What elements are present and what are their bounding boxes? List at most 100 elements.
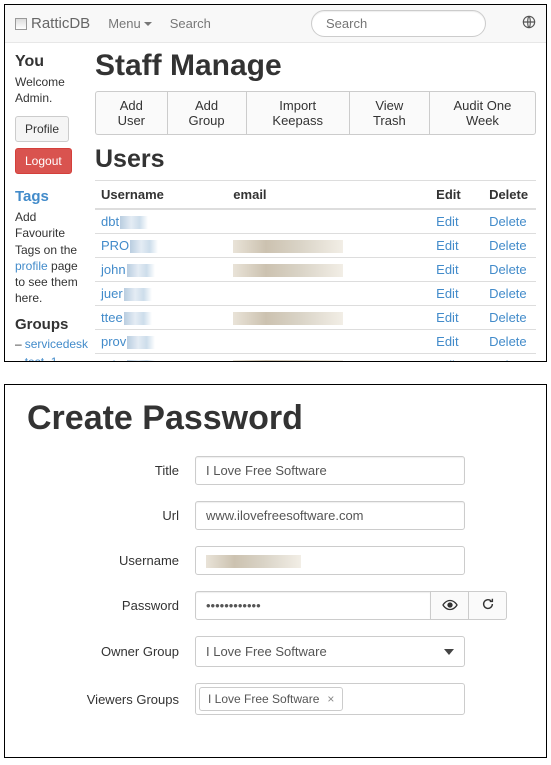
delete-link[interactable]: Delete bbox=[489, 214, 527, 229]
search-input[interactable] bbox=[311, 10, 486, 37]
blurred-username bbox=[206, 555, 301, 568]
row-title: Title bbox=[27, 456, 524, 485]
nav-search-link[interactable]: Search bbox=[170, 16, 211, 31]
viewers-group-chip: I Love Free Software × bbox=[199, 687, 343, 711]
user-link[interactable]: john bbox=[101, 262, 155, 277]
delete-link[interactable]: Delete bbox=[489, 262, 527, 277]
label-viewers-groups: Viewers Groups bbox=[27, 692, 195, 707]
input-url[interactable] bbox=[195, 501, 465, 530]
edit-link[interactable]: Edit bbox=[436, 310, 458, 325]
table-row: prov Edit Delete bbox=[95, 330, 536, 354]
create-password-panel: Create Password Title Url Username Passw… bbox=[4, 384, 547, 758]
generate-password-button[interactable] bbox=[469, 591, 507, 620]
edit-link[interactable]: Edit bbox=[436, 262, 458, 277]
groups-header: Groups bbox=[15, 316, 89, 333]
row-username: Username bbox=[27, 546, 524, 575]
users-header: Users bbox=[95, 145, 536, 174]
cell-email bbox=[227, 282, 430, 306]
table-row: adm Edit Delete bbox=[95, 354, 536, 362]
dash: – bbox=[15, 337, 22, 351]
row-viewers-groups: Viewers Groups I Love Free Software × bbox=[27, 683, 524, 715]
action-view-trash[interactable]: View Trash bbox=[349, 91, 429, 135]
row-url: Url bbox=[27, 501, 524, 530]
delete-link[interactable]: Delete bbox=[489, 358, 527, 362]
users-table: Username email Edit Delete dbtEditDelete… bbox=[95, 180, 536, 362]
menu-dropdown[interactable]: Menu bbox=[108, 16, 152, 31]
user-link[interactable]: dbt bbox=[101, 214, 148, 229]
sidebar: You Welcome Admin. Profile Logout Tags A… bbox=[5, 43, 95, 362]
refresh-icon bbox=[481, 597, 495, 614]
cell-email bbox=[227, 330, 430, 354]
action-add-group[interactable]: Add Group bbox=[167, 91, 246, 135]
table-row: john Edit Delete bbox=[95, 258, 536, 282]
edit-link[interactable]: Edit bbox=[436, 358, 458, 362]
tags-text: Add Favourite Tags on the profile page t… bbox=[15, 209, 89, 306]
chevron-down-icon bbox=[444, 649, 454, 655]
brand[interactable]: RatticDB bbox=[15, 15, 90, 32]
cell-email bbox=[227, 306, 430, 330]
delete-link[interactable]: Delete bbox=[489, 310, 527, 325]
nav-search-label: Search bbox=[170, 16, 211, 31]
brand-text: RatticDB bbox=[31, 15, 90, 32]
edit-link[interactable]: Edit bbox=[436, 286, 458, 301]
col-delete: Delete bbox=[483, 181, 536, 210]
edit-link[interactable]: Edit bbox=[436, 334, 458, 349]
col-username: Username bbox=[95, 181, 227, 210]
label-owner-group: Owner Group bbox=[27, 644, 195, 659]
action-audit-one-week[interactable]: Audit One Week bbox=[429, 91, 536, 135]
cell-email bbox=[227, 258, 430, 282]
edit-link[interactable]: Edit bbox=[436, 214, 458, 229]
welcome-text: Welcome Admin. bbox=[15, 75, 89, 106]
col-email: email bbox=[227, 181, 430, 210]
navbar: RatticDB Menu Search bbox=[5, 5, 546, 43]
action-bar: Add UserAdd GroupImport KeepassView Tras… bbox=[95, 91, 536, 135]
group-item[interactable]: –test_1 bbox=[15, 355, 89, 362]
create-password-title: Create Password bbox=[27, 399, 524, 438]
row-owner-group: Owner Group I Love Free Software bbox=[27, 636, 524, 667]
caret-icon bbox=[144, 22, 152, 26]
eye-icon bbox=[442, 598, 458, 614]
user-link[interactable]: ttee bbox=[101, 310, 152, 325]
label-title: Title bbox=[27, 463, 195, 478]
menu-label: Menu bbox=[108, 16, 141, 31]
delete-link[interactable]: Delete bbox=[489, 238, 527, 253]
label-url: Url bbox=[27, 508, 195, 523]
tags-header: Tags bbox=[15, 188, 89, 205]
main: Staff Manage Add UserAdd GroupImport Kee… bbox=[95, 43, 546, 362]
groups-list: –servicedesk–test_1–dsf bbox=[15, 337, 89, 362]
user-link[interactable]: juer bbox=[101, 286, 152, 301]
staff-manage-panel: RatticDB Menu Search You Welcome Admin. … bbox=[4, 4, 547, 362]
profile-button[interactable]: Profile bbox=[15, 116, 69, 142]
globe-icon[interactable] bbox=[522, 15, 536, 32]
delete-link[interactable]: Delete bbox=[489, 334, 527, 349]
input-username[interactable] bbox=[195, 546, 465, 575]
viewers-groups-input[interactable]: I Love Free Software × bbox=[195, 683, 465, 715]
table-row: juer Edit Delete bbox=[95, 282, 536, 306]
brand-icon bbox=[15, 18, 27, 30]
cell-email bbox=[227, 354, 430, 362]
delete-link[interactable]: Delete bbox=[489, 286, 527, 301]
edit-link[interactable]: Edit bbox=[436, 238, 458, 253]
cell-email bbox=[227, 209, 430, 234]
action-import-keepass[interactable]: Import Keepass bbox=[246, 91, 349, 135]
user-link[interactable]: adm bbox=[101, 358, 155, 362]
tags-text-a: Add Favourite Tags on the bbox=[15, 210, 77, 256]
action-add-user[interactable]: Add User bbox=[95, 91, 167, 135]
logout-button[interactable]: Logout bbox=[15, 148, 72, 174]
label-username: Username bbox=[27, 553, 195, 568]
show-password-button[interactable] bbox=[431, 591, 469, 620]
remove-chip-icon[interactable]: × bbox=[327, 692, 334, 706]
profile-link[interactable]: profile bbox=[15, 259, 48, 273]
group-item[interactable]: –servicedesk bbox=[15, 337, 89, 351]
table-row: PRO Edit Delete bbox=[95, 234, 536, 258]
col-edit: Edit bbox=[430, 181, 483, 210]
dash: – bbox=[15, 355, 22, 362]
input-title[interactable] bbox=[195, 456, 465, 485]
dropdown-owner-group[interactable]: I Love Free Software bbox=[195, 636, 465, 667]
table-row: dbt Edit Delete bbox=[95, 209, 536, 234]
user-link[interactable]: prov bbox=[101, 334, 155, 349]
you-header: You bbox=[15, 53, 89, 71]
input-password[interactable] bbox=[195, 591, 431, 620]
user-link[interactable]: PRO bbox=[101, 238, 158, 253]
chip-label: I Love Free Software bbox=[208, 692, 319, 706]
